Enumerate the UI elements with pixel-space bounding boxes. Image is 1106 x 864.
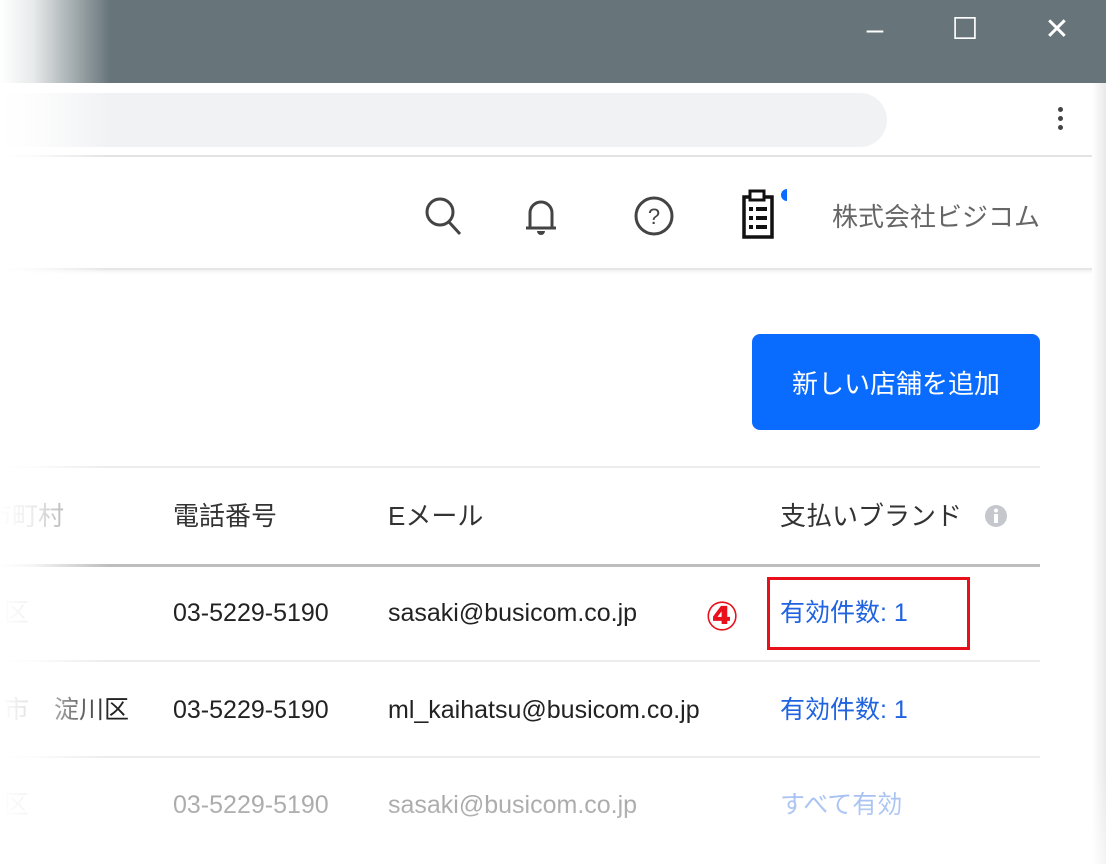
highlight-box bbox=[767, 577, 970, 650]
header-divider bbox=[0, 564, 1040, 567]
cell-phone: 03-5229-5190 bbox=[173, 791, 329, 819]
cell-city: 区 bbox=[4, 791, 30, 819]
bell-icon[interactable] bbox=[516, 191, 566, 241]
divider bbox=[0, 466, 1040, 468]
column-header-phone[interactable]: 電話番号 bbox=[173, 501, 277, 531]
row-divider bbox=[0, 660, 1040, 662]
notification-dot bbox=[781, 189, 787, 201]
cell-city: 市 淀川区 bbox=[4, 696, 130, 724]
svg-text:?: ? bbox=[648, 204, 660, 229]
window-title-bar: – ☐ ✕ bbox=[0, 0, 1106, 83]
browser-toolbar bbox=[0, 83, 1106, 157]
company-name[interactable]: 株式会社ビジコム bbox=[832, 197, 1040, 234]
column-header-email[interactable]: Eメール bbox=[388, 501, 483, 531]
cell-phone: 03-5229-5190 bbox=[173, 696, 329, 724]
row-divider bbox=[0, 756, 1040, 758]
cell-phone: 03-5229-5190 bbox=[173, 599, 329, 627]
help-icon[interactable]: ? bbox=[629, 191, 679, 241]
cell-payment-brand-link[interactable]: 有効件数: 1 bbox=[780, 695, 908, 725]
cell-email: sasaki@busicom.co.jp bbox=[388, 599, 638, 627]
clipboard-list-icon[interactable] bbox=[737, 187, 787, 243]
column-header-city[interactable]: 市町村 bbox=[0, 501, 64, 531]
cell-email: sasaki@busicom.co.jp bbox=[388, 791, 638, 819]
info-icon[interactable] bbox=[984, 504, 1008, 528]
cell-email: ml_kaihatsu@busicom.co.jp bbox=[388, 696, 700, 724]
browser-menu-icon[interactable] bbox=[1050, 103, 1070, 139]
cell-city: 区 bbox=[4, 599, 30, 627]
window-edge bbox=[1092, 83, 1106, 864]
search-icon[interactable] bbox=[418, 191, 468, 241]
cell-payment-brand-link[interactable]: すべて有効 bbox=[780, 790, 902, 820]
close-button[interactable]: ✕ bbox=[1032, 10, 1082, 50]
maximize-button[interactable]: ☐ bbox=[940, 10, 990, 50]
app-header: ? 株式会社ビジコム bbox=[0, 159, 1106, 270]
add-store-button[interactable]: 新しい店舗を追加 bbox=[752, 334, 1040, 430]
step-marker: ④ bbox=[705, 595, 739, 639]
column-header-payment-brand[interactable]: 支払いブランド bbox=[780, 501, 962, 531]
minimize-button[interactable]: – bbox=[850, 10, 900, 50]
address-bar[interactable] bbox=[0, 93, 887, 147]
